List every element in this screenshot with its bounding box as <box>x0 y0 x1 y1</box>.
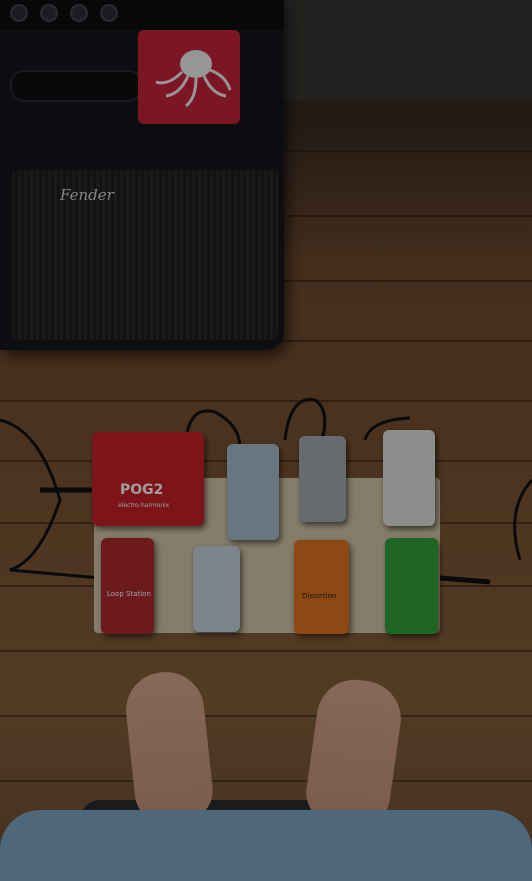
phaser-pedal <box>299 436 346 522</box>
pog-pedal: POG2 electro-harmonix <box>92 432 204 526</box>
reverb-pedal <box>227 444 279 540</box>
tuner-pedal <box>383 430 435 526</box>
overdrive-pedal <box>385 538 438 634</box>
pog-label: POG2 <box>120 482 164 498</box>
effects-pedal <box>193 546 240 632</box>
patch-cables <box>0 398 532 631</box>
photo-scene: Fender POG2 electro-harmonix Loop Statio… <box>0 0 532 881</box>
distortion-pedal: Distortion <box>294 540 349 634</box>
loop-station-pedal: Loop Station <box>101 538 154 634</box>
distortion-label: Distortion <box>302 592 337 600</box>
pog-brand: electro-harmonix <box>118 502 170 509</box>
loop-label: Loop Station <box>107 590 151 598</box>
shirt <box>0 810 532 881</box>
